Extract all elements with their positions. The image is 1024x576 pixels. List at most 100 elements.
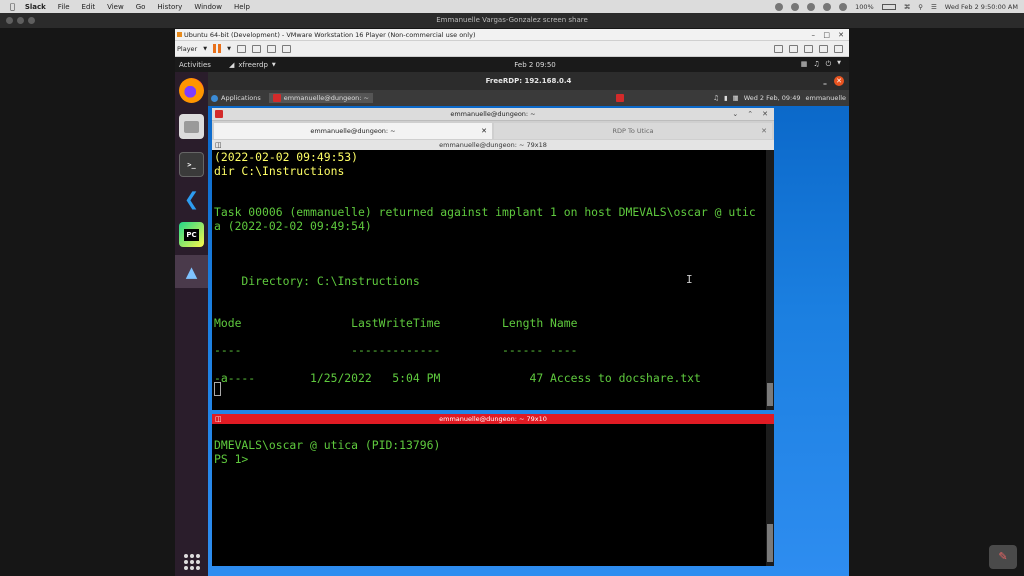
pause-icon[interactable] [213, 44, 222, 53]
network-icon[interactable]: ▦ [733, 94, 739, 102]
terminal-line: ---- ------------- ------ ---- [214, 343, 578, 357]
taskbar-terminal[interactable]: emmanuelle@dungeon: ~ [268, 93, 374, 103]
wifi-icon[interactable]: ⌘ [904, 3, 911, 11]
workspace-icon[interactable] [616, 94, 624, 102]
pycharm-icon[interactable]: PC [179, 222, 204, 247]
status-icon[interactable] [791, 2, 800, 11]
volume-icon[interactable]: ♫ [713, 94, 719, 102]
stop-sharing-button[interactable]: ✎ [989, 545, 1017, 569]
remote-user[interactable]: emmanuelle [806, 94, 847, 102]
device-icon[interactable] [834, 44, 843, 53]
menu-view[interactable]: View [107, 3, 124, 11]
device-icon[interactable] [804, 44, 813, 53]
status-icon[interactable] [823, 2, 832, 11]
freerdp-dock-icon[interactable]: ▲ [179, 259, 204, 284]
volume-icon: ♫ [813, 60, 820, 68]
menu-window[interactable]: Window [194, 3, 222, 11]
menu-go[interactable]: Go [136, 3, 146, 11]
firefox-icon[interactable] [179, 78, 204, 103]
pane-header-top[interactable]: ◫ emmanuelle@dungeon: ~ 79x18 [212, 140, 774, 150]
show-applications-icon[interactable] [184, 554, 200, 570]
pane-scrollbar-top[interactable] [766, 150, 774, 410]
zoom-window-icon[interactable] [28, 17, 35, 24]
battery-icon[interactable] [881, 3, 896, 10]
vscode-icon[interactable]: ❮ [179, 187, 204, 212]
menu-history[interactable]: History [157, 3, 182, 11]
terminal-line: dir C:\Instructions [214, 164, 345, 178]
remote-clock[interactable]: Wed 2 Feb, 09:49 [744, 94, 801, 102]
terminal-pane-top[interactable]: (2022-02-02 09:49:53) dir C:\Instruction… [212, 150, 766, 410]
chevron-down-icon: ▼ [271, 61, 276, 68]
tab-emmanuelle-dungeon[interactable]: emmanuelle@dungeon: ~ ✕ [214, 123, 492, 139]
device-icon[interactable] [789, 44, 798, 53]
scrollbar-thumb[interactable] [767, 524, 773, 562]
applications-icon [211, 94, 218, 102]
app-menu[interactable]: ◢ xfreerdp ▼ [229, 61, 276, 69]
status-icon[interactable] [807, 2, 816, 11]
files-icon[interactable] [179, 114, 204, 139]
terminal-pane-bottom[interactable]: DMEVALS\oscar @ utica (PID:13796) PS 1> [212, 424, 766, 566]
chevron-down-icon[interactable]: ▼ [203, 46, 207, 52]
split-icon[interactable]: ◫ [215, 414, 222, 424]
close-tab-icon[interactable]: ✕ [481, 123, 487, 139]
mac-menu-bar:  Slack File Edit View Go History Window… [0, 0, 1024, 13]
tab-label: emmanuelle@dungeon: ~ [310, 127, 396, 135]
close-tab-icon[interactable]: ✕ [761, 123, 767, 139]
app-menu-label: xfreerdp [238, 60, 268, 69]
close-icon[interactable]: ✕ [834, 76, 844, 86]
close-icon[interactable]: ✕ [762, 108, 768, 121]
pycharm-label: PC [184, 228, 199, 241]
device-icon[interactable] [819, 44, 828, 53]
minimize-icon[interactable]: – [812, 29, 816, 41]
activities-button[interactable]: Activities [179, 61, 211, 69]
search-icon[interactable]: ⚲ [918, 3, 923, 11]
pane-header-bottom[interactable]: ◫ emmanuelle@dungeon: ~ 79x10 [212, 414, 774, 424]
draw-icon: ✎ [998, 550, 1008, 563]
terminal-line: DMEVALS\oscar @ utica (PID:13796) [214, 438, 441, 452]
menu-app-name[interactable]: Slack [25, 3, 46, 11]
minimize-icon[interactable]: ⌄ [732, 108, 738, 121]
ubuntu-clock[interactable]: Feb 2 09:50 [505, 61, 565, 69]
fit-guest-icon[interactable] [251, 44, 261, 53]
status-icon[interactable] [775, 2, 784, 11]
remote-panel: Applications emmanuelle@dungeon: ~ ♫ ▮ ▦… [208, 90, 849, 106]
maximize-icon[interactable]: □ [823, 29, 830, 41]
split-icon[interactable]: ◫ [215, 140, 222, 150]
unity-icon[interactable] [281, 44, 291, 53]
send-ctrl-alt-del-icon[interactable] [236, 44, 246, 53]
terminal-line: Directory: C:\Instructions [214, 274, 420, 288]
menu-help[interactable]: Help [234, 3, 250, 11]
maximize-icon[interactable]: ⌃ [747, 108, 753, 121]
battery-icon[interactable]: ▮ [724, 94, 728, 102]
chevron-down-icon[interactable]: ▼ [227, 46, 231, 52]
tab-rdp-to-utica[interactable]: RDP To Utica ✕ [494, 123, 772, 139]
scrollbar-thumb[interactable] [767, 383, 773, 406]
close-icon[interactable]: ✕ [838, 29, 844, 41]
device-icon[interactable] [774, 44, 783, 53]
vmware-logo-icon [177, 32, 182, 37]
terminal-app-icon [272, 94, 281, 102]
terminal-line: a (2022-02-02 09:49:54) [214, 219, 372, 233]
apple-icon[interactable]:  [10, 2, 15, 11]
status-icon[interactable] [839, 2, 848, 11]
screen-share-title-bar: Emmanuelle Vargas-Gonzalez screen share [0, 13, 1024, 28]
menu-file[interactable]: File [58, 3, 70, 11]
control-center-icon[interactable]: ☰ [931, 3, 937, 11]
minimize-window-icon[interactable] [17, 17, 24, 24]
freerdp-title: FreeRDP: 192.168.0.4 [485, 77, 572, 85]
pane-scrollbar-bottom[interactable] [766, 424, 774, 566]
freerdp-app-icon: ◢ [228, 60, 235, 69]
player-menu[interactable]: Player [177, 45, 197, 53]
screen-share-title: Emmanuelle Vargas-Gonzalez screen share [436, 16, 588, 24]
vmware-title: Ubuntu 64-bit (Development) - VMware Wor… [184, 31, 476, 39]
applications-menu[interactable]: Applications [211, 94, 261, 102]
system-tray[interactable]: ▦ ♫ ⏻ ▼ [801, 60, 841, 69]
full-screen-icon[interactable] [266, 44, 276, 53]
terminal-title-bar: emmanuelle@dungeon: ~ ⌄ ⌃ ✕ [212, 108, 774, 121]
terminal-prompt[interactable]: PS 1> [214, 452, 248, 466]
chevron-down-icon: ▼ [837, 60, 841, 66]
terminal-icon[interactable]: >_ [179, 152, 204, 177]
menu-edit[interactable]: Edit [82, 3, 96, 11]
terminal-line: -a---- 1/25/2022 5:04 PM 47 Access to do… [214, 371, 701, 385]
close-window-icon[interactable] [6, 17, 13, 24]
